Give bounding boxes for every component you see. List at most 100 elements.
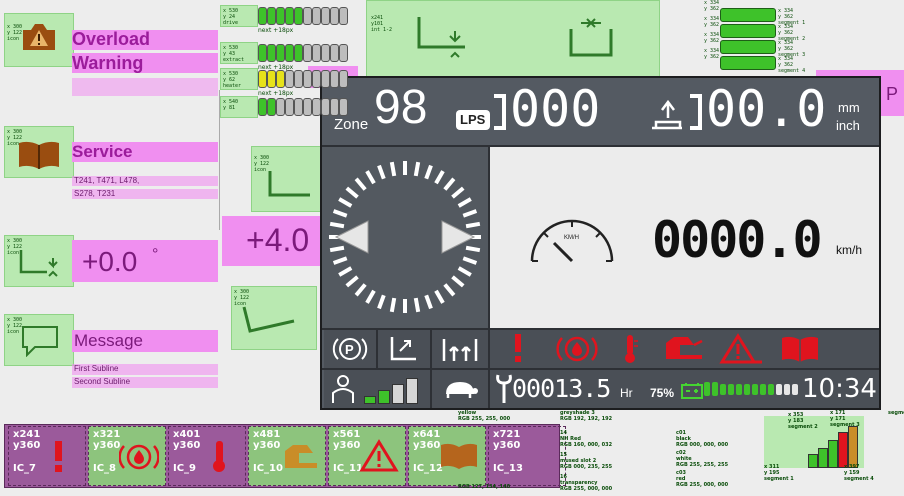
segment-annotation-left: x 334 y 362 [704,48,720,60]
dial-tick [338,266,353,277]
bottom-cell-IC_12: x641 y360 IC_12 [408,426,486,486]
service-icon-box: x 300 y 122 icon [4,126,74,178]
right-pink-symbol: P [886,84,899,104]
battery-segment [760,384,766,395]
bar-segment [339,44,348,62]
oil-can-icon [285,445,317,468]
bottom-cell-label: IC_9 [173,463,197,474]
bottom-cell-label: IC_8 [93,463,117,474]
overload-icon-box: x 300 y 122 icon [4,13,74,67]
segment-annotation-left: x 334 y 362 [704,16,720,28]
bar-segment [339,98,348,116]
lps-bracket-icon [494,94,506,130]
wrench-icon [496,374,512,403]
battery-segment [768,384,774,395]
signal-segment-bar [808,454,818,468]
battery-segment [736,384,742,395]
bar-segment [285,44,294,62]
triangle-warning-icon [719,333,762,364]
gauge-unit: KM/H [564,235,579,241]
unit-mm: mm [838,100,860,115]
signal-segment-bar [838,432,848,468]
dial-tick [329,245,345,253]
bar-segment [303,70,312,88]
service-title: Service [72,142,133,161]
bar-label-box: x 540 y 81 [220,96,258,118]
battery-segment [776,384,782,395]
bar-label-box: x 530 y 43 extract [220,42,258,64]
bar-segment [276,44,285,62]
bar-segment [258,44,267,62]
dial-tick [424,294,433,310]
bottom-cell-IC_9: x401 y360 IC_9 [168,426,246,486]
bottom-cell-annotation: x241 y360 [13,429,41,451]
signal-bar [364,396,376,404]
parking-brake-icon: P [332,338,368,360]
bar-label: extract [223,57,245,63]
dial-tick [457,266,472,277]
battery-segment [720,384,726,395]
dial-tick [451,186,465,199]
bar-next-note: next +18px [258,27,294,34]
signal-annotation: segment 5 [888,410,904,416]
battery-icon [681,383,703,399]
segment-annotation-left: x 334 y 362 [704,32,720,44]
bottom-cell-IC_10: x481 y360 IC_10 [248,426,326,486]
dial-tick [434,170,445,185]
color-note: 15 mused slot 2 RGB 000, 235, 255 [560,452,613,470]
bar-segment [330,44,339,62]
fork-icon [268,171,310,197]
clamp-icon [569,18,613,57]
dial-tick [377,294,386,310]
lift-height-icon [652,99,682,130]
dial-tick [389,297,397,313]
dial-tick [462,209,478,218]
dial-tick [465,221,481,229]
turtle-button[interactable] [432,370,488,408]
steering-area [322,147,488,328]
color-note: yellow RGB 255, 255, 000 [458,410,511,422]
bar-segment [294,7,303,25]
bar-segment [303,44,312,62]
bar-segment [267,7,276,25]
clock-time: 10:34 [802,374,877,404]
exclamation-icon [515,334,521,362]
bar-segment [276,70,285,88]
overload-title-line1: Overload [72,29,151,49]
battery-segment [792,384,798,395]
triangle-warning-icon [359,439,399,472]
color-note: c01 black RGB 000, 000, 000 [676,430,729,448]
bar-segment [294,98,303,116]
battery-segment [784,384,790,395]
color-note: greyshade 3 RGB 192, 192, 192 [560,410,613,422]
battery-percent: 75% [650,386,675,400]
bar-segment [321,98,330,116]
thermometer-icon [625,335,638,363]
signal-annotation: x 353 y 183 segment 2 [788,412,818,430]
bar-segment [330,7,339,25]
unit-inch: inch [836,118,860,133]
warning-row [490,330,879,368]
bar-segment [321,7,330,25]
signal-segment-bar [818,448,828,468]
bar-annotation: x 530 y 24 [223,8,239,20]
dial-tick [443,283,456,297]
battery-level-bar [704,380,800,400]
bottom-cell-annotation: x641 y360 [413,429,441,451]
lps-label: LPS [460,112,486,127]
hours-value: 00013.5 [512,374,611,403]
signal-segments-chart: x 353 y 183 segment 2 x 171 y 171 segment… [764,410,904,496]
tilt-icon-box: x 300 y 122 icon [4,235,74,287]
tilt-value: +0.0 [82,246,138,277]
side-shift-button[interactable] [432,330,488,368]
speedometer-icon [530,219,614,263]
bar-segment [285,98,294,116]
dashboard-panel: Zone 98 LPS 000 00.0 mm inch KM/H 0000.0 [320,76,881,410]
svg-text:P: P [345,342,354,357]
signal-bar [392,384,404,404]
lps-value: 000 [510,80,601,138]
parking-brake-button[interactable]: P [324,330,378,368]
fork-tilt-button[interactable] [378,330,432,368]
book-icon [441,443,477,469]
bar-segment [267,70,276,88]
